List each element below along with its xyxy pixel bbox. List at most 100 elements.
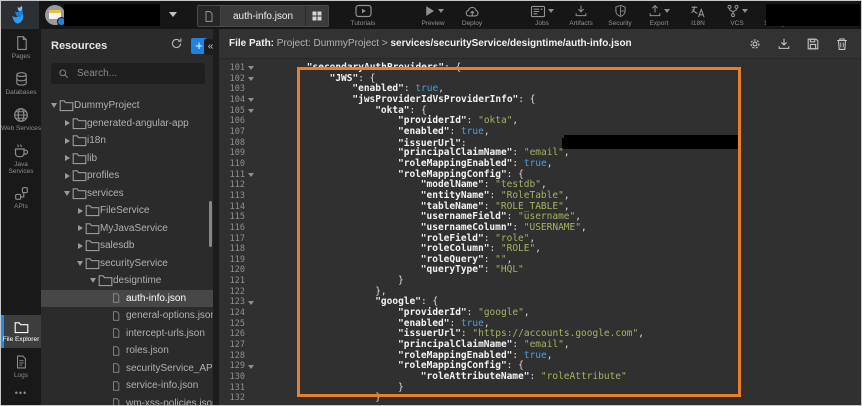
tree-item-myjavaservice[interactable]: MyJavaService	[41, 220, 213, 238]
line-number: 131	[219, 383, 245, 394]
tree-item-label: general-options.json	[126, 310, 213, 321]
line-number: 116	[219, 223, 245, 234]
line-number: 123	[219, 297, 245, 308]
file-icon[interactable]	[198, 6, 221, 26]
folder-icon	[72, 152, 87, 165]
collapse-panel-button[interactable]: «	[204, 39, 217, 55]
fold-gutter	[245, 84, 256, 95]
settings-gear-icon[interactable]	[748, 37, 762, 51]
file-icon	[111, 362, 121, 374]
tree-item-securityservice-api-js[interactable]: securityService_API.js	[41, 360, 213, 378]
tree-caret-icon[interactable]	[75, 208, 85, 214]
folder-icon	[72, 134, 87, 147]
folder-icon	[85, 222, 100, 235]
wavemaker-logo[interactable]	[1, 1, 39, 29]
fold-arrow-icon[interactable]	[245, 297, 256, 308]
toolbar-tutorials-button[interactable]: Tutorials	[346, 3, 380, 27]
search-input[interactable]	[75, 67, 198, 80]
tree-item-salesdb[interactable]: salesdb	[41, 237, 213, 255]
tree-item-general-options-json[interactable]: general-options.json	[41, 307, 213, 325]
tree-caret-icon[interactable]	[62, 173, 72, 179]
fold-gutter	[245, 287, 256, 298]
sidebar-item-java-services[interactable]: Java Services	[1, 137, 41, 180]
download-file-icon[interactable]	[777, 37, 791, 51]
chevron-down-icon[interactable]	[664, 9, 670, 13]
fold-gutter	[245, 138, 256, 149]
sidebar-item-web-services[interactable]: Web Services	[1, 101, 41, 137]
chevron-down-icon[interactable]	[742, 9, 748, 13]
chevron-down-icon[interactable]	[548, 9, 554, 13]
toolbar-label: VCS	[730, 20, 743, 27]
code-line-119: 119"roleQuery": "",	[219, 255, 861, 266]
toolbar-security-button[interactable]: Security	[603, 3, 637, 27]
play-icon	[423, 4, 436, 18]
tree-caret-icon[interactable]	[62, 138, 72, 144]
tree-item-generated-angular-app[interactable]: generated-angular-app	[41, 115, 213, 133]
fold-arrow-icon[interactable]	[245, 74, 256, 85]
sidebar-item-apis[interactable]: APIs	[1, 180, 41, 215]
delete-file-icon[interactable]	[835, 37, 849, 51]
tree-item-designtime[interactable]: designtime	[41, 272, 213, 290]
chevron-down-icon[interactable]	[438, 9, 444, 13]
fold-gutter	[245, 127, 256, 138]
project-avatar[interactable]	[45, 5, 65, 25]
tree-item-intercept-urls-json[interactable]: intercept-urls.json	[41, 325, 213, 343]
tree-caret-icon[interactable]	[75, 225, 85, 231]
fold-arrow-icon[interactable]	[245, 63, 256, 74]
fold-arrow-icon[interactable]	[245, 95, 256, 106]
fold-gutter	[245, 308, 256, 319]
tree-item-label: DummyProject	[74, 100, 140, 111]
sidebar-item-logs[interactable]: Logs	[1, 348, 41, 384]
toolbar-deploy-button[interactable]: Deploy	[455, 3, 489, 27]
editor-area: File Path: Project: DummyProject > servi…	[219, 29, 861, 405]
sidebar-more-button[interactable]: •••	[1, 384, 41, 405]
tree-item-lib[interactable]: lib	[41, 150, 213, 168]
fold-gutter	[245, 319, 256, 330]
tree-item-wm-xss-policies-json[interactable]: wm-xss-policies.json	[41, 395, 213, 406]
tree-caret-icon[interactable]	[88, 278, 98, 283]
fold-gutter	[245, 116, 256, 127]
save-file-icon[interactable]	[806, 37, 820, 51]
tree-caret-icon[interactable]	[62, 191, 72, 196]
tree-item-services[interactable]: services	[41, 185, 213, 203]
tree-item-service-info-json[interactable]: service-info.json	[41, 377, 213, 395]
tree-item-roles-json[interactable]: roles.json	[41, 342, 213, 360]
tree-item-auth-info-json[interactable]: auth-info.json	[41, 290, 213, 308]
tab-auth-info-json[interactable]: auth-info.json	[221, 6, 305, 26]
fold-arrow-icon[interactable]	[245, 170, 256, 181]
tree-caret-icon[interactable]	[49, 103, 59, 108]
file-path-bar: File Path: Project: DummyProject > servi…	[219, 29, 861, 59]
tree-caret-icon[interactable]	[62, 155, 72, 161]
tree-item-securityservice[interactable]: securityService	[41, 255, 213, 273]
fold-arrow-icon[interactable]	[245, 106, 256, 117]
toolbar-i18n-button[interactable]: I18N	[681, 3, 715, 27]
tree-caret-icon[interactable]	[75, 261, 85, 266]
line-number: 108	[219, 138, 245, 149]
toolbar-vcs-button[interactable]: VCS	[720, 3, 754, 27]
project-switcher-chevron-icon[interactable]	[169, 12, 177, 17]
toolbar-jobs-button[interactable]: Jobs	[525, 3, 559, 27]
tree-item-fileservice[interactable]: FileService	[41, 202, 213, 220]
sidebar-item-pages[interactable]: Pages	[1, 29, 41, 65]
folder-icon	[59, 99, 74, 112]
tree-caret-icon[interactable]	[62, 120, 72, 126]
sidebar-item-label: File Explorer	[3, 336, 39, 343]
tree-item-i18n[interactable]: i18n	[41, 132, 213, 150]
grid-view-icon[interactable]	[305, 6, 328, 26]
folder-icon	[59, 99, 74, 112]
tree-scrollbar-thumb[interactable]	[209, 201, 212, 247]
tree-item-profiles[interactable]: profiles	[41, 167, 213, 185]
sidebar-item-databases[interactable]: Databases	[1, 65, 41, 101]
tree-item-dummyproject[interactable]: DummyProject	[41, 97, 213, 115]
file-icon	[111, 380, 126, 392]
toolbar-artifacts-button[interactable]: Artifacts	[564, 3, 598, 27]
code-editor[interactable]: 101"secondaryAuthProviders": {102"JWS": …	[219, 59, 861, 405]
folder-icon	[72, 169, 87, 182]
fold-arrow-icon[interactable]	[245, 361, 256, 372]
refresh-icon[interactable]	[170, 37, 183, 55]
toolbar-preview-button[interactable]: Preview	[416, 3, 450, 27]
tree-caret-icon[interactable]	[75, 243, 85, 249]
sidebar-item-file-explorer[interactable]: File Explorer	[1, 315, 41, 348]
toolbar-export-button[interactable]: Export	[642, 3, 676, 27]
folder-icon	[85, 204, 100, 217]
